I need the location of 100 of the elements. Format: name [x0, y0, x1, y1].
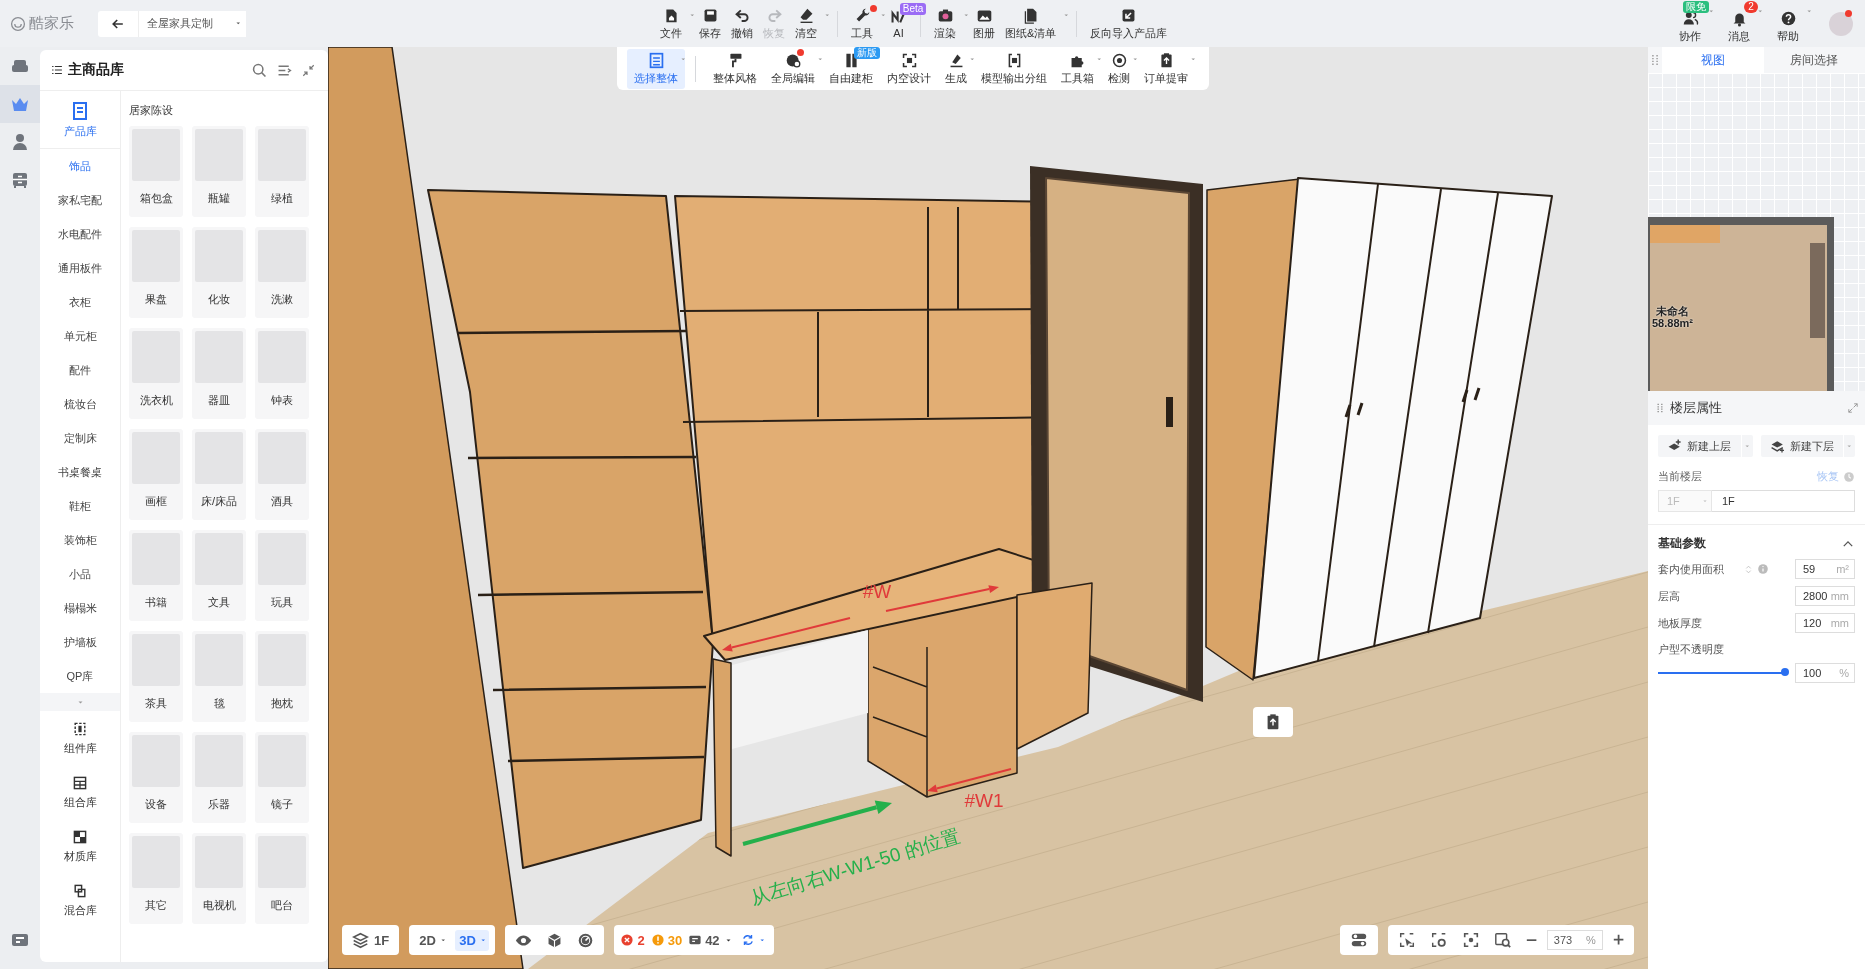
panel-icon	[688, 933, 703, 947]
product-label: 箱包盒	[139, 191, 173, 206]
toolbar-button[interactable]: 工具	[846, 4, 885, 43]
category-item[interactable]: 鞋柜	[40, 489, 120, 523]
view-mode-button[interactable]: 2D	[415, 929, 450, 951]
number-field[interactable]: 120 mm	[1795, 613, 1855, 633]
back-button[interactable]	[98, 10, 138, 37]
view-tab[interactable]: 房间选择	[1763, 47, 1865, 73]
product-card[interactable]: 箱包盒	[129, 126, 183, 217]
library-button[interactable]: 组件库	[40, 711, 120, 765]
library-button[interactable]: 组合库	[40, 765, 120, 819]
category-item[interactable]: 单元柜	[40, 319, 120, 353]
library-button[interactable]: 混合库	[40, 873, 120, 927]
clipboard-button[interactable]	[1253, 707, 1293, 737]
category-item[interactable]: 梳妆台	[40, 387, 120, 421]
user-avatar[interactable]	[1829, 11, 1853, 36]
toolbar-button[interactable]: 选择整体	[627, 48, 685, 89]
caret-icon	[1190, 57, 1195, 61]
product-card[interactable]: 器皿	[192, 328, 246, 419]
toolbar-button[interactable]: 反向导入产品库	[1085, 4, 1173, 43]
header-button[interactable]: 2 消息	[1723, 1, 1762, 46]
product-card[interactable]: 设备	[129, 732, 183, 823]
product-card[interactable]: 床/床品	[192, 429, 246, 520]
category-item[interactable]: 家私宅配	[40, 183, 120, 217]
toolbar-button[interactable]: 订单提审	[1137, 48, 1195, 89]
mode-select[interactable]: 全屋家具定制	[138, 10, 246, 37]
product-card[interactable]: 洗衣机	[129, 328, 183, 419]
toolbar-button[interactable]: 渲染	[929, 4, 968, 43]
view-tab[interactable]: 视图	[1662, 47, 1764, 73]
product-label: 洗漱	[271, 292, 293, 307]
product-label: 画框	[145, 494, 167, 509]
product-card[interactable]: 镜子	[255, 732, 309, 823]
room-label: 未命名 58.88m²	[1652, 305, 1693, 329]
toolbar-button[interactable]: 工具箱	[1054, 48, 1101, 89]
category-item[interactable]: 榻榻米	[40, 591, 120, 625]
view-mode-button[interactable]: 3D	[455, 929, 490, 951]
category-item[interactable]: 通用板件	[40, 251, 120, 285]
number-field[interactable]: 59 m²	[1795, 559, 1855, 579]
number-field[interactable]: 100 %	[1795, 663, 1855, 683]
toolbar-button[interactable]: 保存	[694, 4, 726, 43]
section-header[interactable]: 基础参数	[1658, 535, 1855, 552]
select-frame-icon	[647, 51, 665, 69]
product-card[interactable]: 吧台	[255, 833, 309, 924]
number-field[interactable]: 2800 mm	[1795, 586, 1855, 606]
toolbar-button[interactable]: 内空设计	[880, 48, 938, 89]
toolbar-button[interactable]: 清空	[790, 4, 829, 43]
error-icon	[620, 933, 635, 947]
category-item[interactable]: 小品	[40, 557, 120, 591]
library-button[interactable]: 材质库	[40, 819, 120, 873]
toolbar-button[interactable]: 整体风格	[706, 48, 764, 89]
category-item[interactable]: 配件	[40, 353, 120, 387]
toolbar-button[interactable]: 检测	[1101, 48, 1137, 89]
product-card[interactable]: 瓶罐	[192, 126, 246, 217]
toolbar-button[interactable]: 图纸&清单	[1000, 4, 1069, 43]
product-card[interactable]: 乐器	[192, 732, 246, 823]
toolbar-button[interactable]: 全局编辑	[764, 48, 822, 89]
header-button[interactable]: 帮助	[1772, 1, 1811, 46]
toolbar-button[interactable]: 撤销	[726, 4, 758, 43]
product-card[interactable]: 毯	[192, 631, 246, 722]
product-card[interactable]: 其它	[129, 833, 183, 924]
category-item[interactable]: 饰品	[40, 149, 120, 183]
caret-icon	[689, 13, 694, 17]
product-card[interactable]: 化妆	[192, 227, 246, 318]
product-card[interactable]: 抱枕	[255, 631, 309, 722]
product-card[interactable]: 洗漱	[255, 227, 309, 318]
issue-counter[interactable]: 2	[620, 932, 645, 948]
product-card[interactable]: 果盘	[129, 227, 183, 318]
category-item[interactable]: 装饰柜	[40, 523, 120, 557]
floor-name-field[interactable]: 1F	[1712, 490, 1855, 512]
toolbar-button[interactable]: 文件	[655, 4, 694, 43]
zoom-fit-icon	[1493, 931, 1512, 949]
product-card[interactable]: 书籍	[129, 530, 183, 621]
category-item[interactable]: QP库	[40, 659, 120, 693]
caret-icon	[480, 938, 486, 942]
toolbar-button[interactable]: 模型输出分组	[974, 48, 1054, 89]
caret-icon	[235, 22, 240, 25]
category-item[interactable]: 护墙板	[40, 625, 120, 659]
product-label: 化妆	[208, 292, 230, 307]
zoom-field[interactable]: 373 %	[1546, 930, 1603, 950]
library-tab[interactable]: 产品库	[40, 91, 120, 149]
product-card[interactable]: 电视机	[192, 833, 246, 924]
category-item[interactable]: 衣柜	[40, 285, 120, 319]
category-item[interactable]: 书桌餐桌	[40, 455, 120, 489]
tag-badge: 新版	[853, 47, 880, 59]
product-card[interactable]: 酒具	[255, 429, 309, 520]
toolbar-button[interactable]: 生成	[938, 48, 974, 89]
slider-thumb[interactable]	[1781, 668, 1789, 676]
product-card[interactable]: 文具	[192, 530, 246, 621]
rail-button[interactable]	[0, 85, 40, 123]
product-card[interactable]: 画框	[129, 429, 183, 520]
product-card[interactable]: 绿植	[255, 126, 309, 217]
category-item[interactable]: 水电配件	[40, 217, 120, 251]
toolbar-button[interactable]: 图册	[968, 4, 1000, 43]
header-button[interactable]: 限免 协作	[1674, 1, 1713, 46]
product-card[interactable]: 钟表	[255, 328, 309, 419]
caret-icon	[963, 13, 968, 17]
product-card[interactable]: 玩具	[255, 530, 309, 621]
product-card[interactable]: 茶具	[129, 631, 183, 722]
issue-counter[interactable]: 42	[688, 932, 720, 948]
category-item[interactable]: 定制床	[40, 421, 120, 455]
